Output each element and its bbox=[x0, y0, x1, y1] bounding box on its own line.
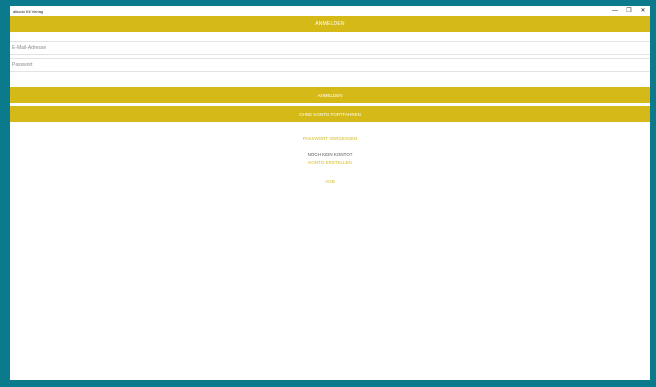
page-title: ANMELDEN bbox=[10, 16, 650, 32]
links-section: PASSWORT VERGESSEN NOCH KEIN KONTO? KONT… bbox=[10, 136, 650, 184]
email-field-container bbox=[10, 41, 650, 55]
window-controls: — ❐ ✕ bbox=[608, 6, 650, 16]
email-field[interactable] bbox=[10, 45, 650, 51]
maximize-icon[interactable]: ❐ bbox=[622, 6, 636, 16]
password-field[interactable] bbox=[10, 62, 650, 68]
agb-link[interactable]: AGB bbox=[10, 179, 650, 184]
minimize-icon[interactable]: — bbox=[608, 6, 622, 16]
continue-without-account-button[interactable]: OHNE KONTO FORTFAHREN bbox=[10, 106, 650, 122]
login-button[interactable]: ANMELDEN bbox=[10, 87, 650, 103]
title-bar: alkodo Kit Verlag — ❐ ✕ bbox=[10, 6, 650, 16]
password-field-container bbox=[10, 58, 650, 72]
app-window: alkodo Kit Verlag — ❐ ✕ ANMELDEN ANMELDE… bbox=[10, 6, 650, 380]
close-icon[interactable]: ✕ bbox=[636, 6, 650, 16]
app-title: alkodo Kit Verlag bbox=[13, 8, 44, 14]
